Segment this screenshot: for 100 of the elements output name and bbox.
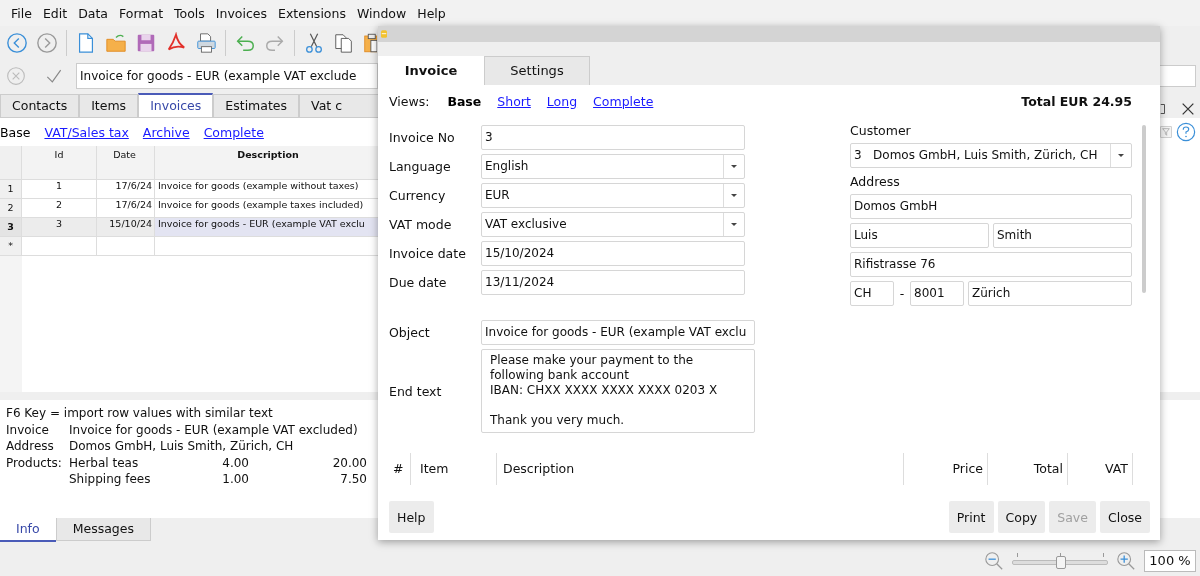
- dropdown[interactable]: VAT exclusive: [481, 212, 745, 237]
- field-label: Due date: [389, 275, 448, 290]
- tab[interactable]: Vat c: [299, 94, 378, 117]
- field-label: Invoice No: [389, 130, 456, 145]
- field-label: Language: [389, 159, 452, 174]
- formula-field[interactable]: Invoice for goods - EUR (example VAT exclude: [76, 63, 378, 89]
- text-area[interactable]: Please make your payment to the following bank account IBAN: CHXX XXXX XXXX XXXX 0203 X Thank you very much.: [481, 349, 755, 433]
- input-field[interactable]: CH: [850, 281, 894, 306]
- view-link[interactable]: Archive: [142, 124, 190, 140]
- help-icon[interactable]: [1176, 122, 1196, 142]
- filter-icon[interactable]: [1160, 124, 1172, 140]
- dialog-button[interactable]: Print: [948, 501, 994, 533]
- tab[interactable]: Contacts: [0, 94, 80, 117]
- tab[interactable]: Estimates: [213, 94, 300, 117]
- print-icon[interactable]: [195, 32, 217, 54]
- info-label: Address: [6, 438, 55, 455]
- tab[interactable]: Items: [79, 94, 139, 117]
- tab[interactable]: Invoices: [138, 93, 214, 117]
- open-folder-icon[interactable]: [105, 32, 127, 54]
- column-header[interactable]: Total: [987, 453, 1068, 485]
- invoice-total: Total EUR 24.95: [1021, 93, 1132, 109]
- dropdown[interactable]: EUR: [481, 183, 745, 208]
- new-row-marker[interactable]: *: [0, 237, 22, 256]
- input-field[interactable]: Domos GmbH: [850, 194, 1132, 219]
- menu-item[interactable]: Help: [417, 5, 446, 21]
- tab[interactable]: Messages: [55, 518, 151, 541]
- menu-item[interactable]: Edit: [42, 5, 68, 21]
- column-header[interactable]: Price: [903, 453, 987, 485]
- table-cell: Invoice for goods - EUR (example VAT exclu: [155, 218, 378, 237]
- product-quantity: 4.00: [221, 454, 249, 471]
- zoom-slider[interactable]: [1012, 553, 1108, 569]
- view-link[interactable]: Long: [546, 93, 578, 109]
- input-field[interactable]: 8001: [910, 281, 964, 306]
- back-icon[interactable]: [6, 32, 28, 54]
- product-name: Herbal teas: [69, 454, 140, 471]
- field-label: VAT mode: [389, 217, 453, 232]
- table-cell: 3: [22, 218, 97, 237]
- column-header[interactable]: #: [389, 453, 410, 485]
- info-hint: F6 Key = import row values with similar text: [6, 405, 273, 422]
- dropdown-arrow-icon: [731, 194, 737, 197]
- view-link[interactable]: Short: [497, 93, 531, 109]
- separator-text: -: [898, 286, 906, 301]
- input-field[interactable]: Zürich: [968, 281, 1132, 306]
- input-field[interactable]: Luis: [850, 223, 989, 248]
- view-link[interactable]: VAT/Sales tax: [44, 124, 129, 140]
- input-field[interactable]: 13/11/2024: [481, 270, 745, 295]
- paste-icon[interactable]: [363, 32, 377, 54]
- info-value: Domos GmbH, Luis Smith, Zürich, CH: [69, 438, 295, 455]
- view-link[interactable]: Complete: [203, 124, 264, 140]
- dialog-button[interactable]: Close: [1099, 501, 1150, 533]
- tab[interactable]: Invoice: [378, 56, 484, 85]
- menu-item[interactable]: Format: [119, 5, 164, 21]
- tab[interactable]: Settings: [484, 56, 590, 85]
- column-header[interactable]: Id: [22, 146, 97, 180]
- menu-item[interactable]: File: [11, 5, 32, 21]
- info-value: Invoice for goods - EUR (example VAT excluded): [69, 421, 359, 438]
- product-quantity: 1.00: [221, 471, 249, 488]
- forward-icon[interactable]: [36, 32, 58, 54]
- cut-icon[interactable]: [303, 32, 325, 54]
- app-icon: [381, 30, 387, 38]
- dropdown[interactable]: English: [481, 154, 745, 179]
- dropdown-arrow-icon: [731, 165, 737, 168]
- field-label: Address: [850, 174, 901, 190]
- menu-item[interactable]: Extensions: [278, 5, 346, 21]
- menu-item[interactable]: Data: [78, 5, 108, 21]
- view-link[interactable]: Base: [447, 93, 482, 109]
- zoom-out-icon[interactable]: [984, 551, 1004, 571]
- menu-item[interactable]: Window: [356, 5, 407, 21]
- input-field[interactable]: Invoice for goods - EUR (example VAT exclu: [481, 320, 755, 345]
- close-icon[interactable]: [1180, 101, 1196, 117]
- copy-icon[interactable]: [333, 32, 355, 54]
- row-number[interactable]: 2: [0, 199, 22, 218]
- dropdown-arrow-icon: [1118, 154, 1124, 157]
- save-icon[interactable]: [135, 32, 157, 54]
- column-header[interactable]: Description: [496, 453, 903, 485]
- help-button[interactable]: Help: [389, 501, 434, 533]
- table-cell: 15/10/24: [97, 218, 155, 237]
- input-field[interactable]: 15/10/2024: [481, 241, 745, 266]
- field-label: Currency: [389, 188, 447, 203]
- field-label: Invoice date: [389, 246, 467, 261]
- row-number[interactable]: 1: [0, 180, 22, 199]
- column-header[interactable]: VAT: [1068, 453, 1133, 485]
- column-header[interactable]: Item: [410, 453, 496, 485]
- menu-item[interactable]: Tools: [174, 5, 205, 21]
- view-link[interactable]: Complete: [593, 93, 654, 109]
- zoom-field[interactable]: 100 %: [1144, 550, 1196, 572]
- dialog-button[interactable]: Copy: [997, 501, 1046, 533]
- input-field[interactable]: [1158, 65, 1196, 87]
- row-number[interactable]: 3: [0, 218, 22, 237]
- menu-item[interactable]: Invoices: [215, 5, 268, 21]
- scrollbar[interactable]: [1142, 125, 1146, 293]
- customer-dropdown[interactable]: 3 Domos GmbH, Luis Smith, Zürich, CH: [850, 143, 1132, 168]
- input-field[interactable]: Rifistrasse 76: [850, 252, 1132, 277]
- input-field[interactable]: 3: [481, 125, 745, 150]
- view-link[interactable]: Base: [0, 124, 31, 140]
- cancel-icon[interactable]: [6, 66, 26, 86]
- tab[interactable]: Info: [0, 518, 56, 542]
- column-header[interactable]: Date: [97, 146, 155, 180]
- input-field[interactable]: Smith: [993, 223, 1132, 248]
- zoom-in-icon[interactable]: [1116, 551, 1136, 571]
